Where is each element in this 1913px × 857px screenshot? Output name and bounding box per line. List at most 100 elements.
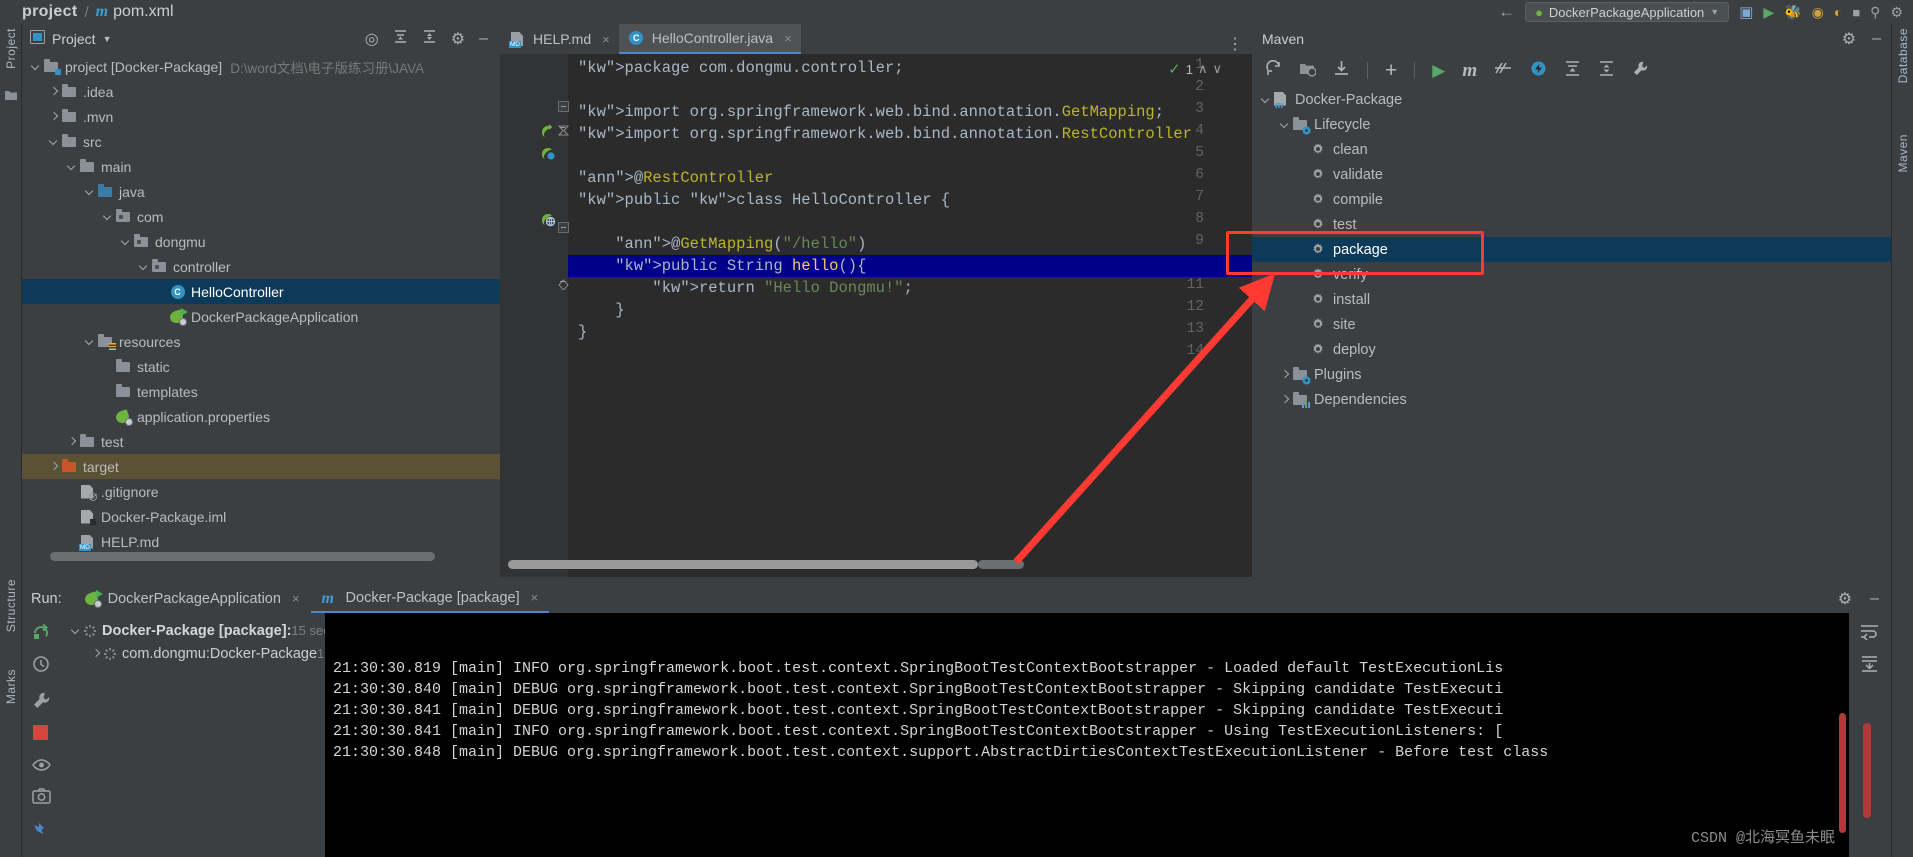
toggle-offline-icon[interactable]	[1530, 60, 1547, 82]
more-vertical-icon[interactable]: ⋮	[1227, 34, 1243, 54]
editor-horizontal-scrollbar[interactable]	[508, 560, 978, 569]
wrap-text-icon[interactable]	[1860, 623, 1879, 645]
expand-arrow-icon[interactable]	[48, 85, 61, 98]
maven-tree-row[interactable]: compile	[1252, 187, 1891, 212]
run-side-toolbar[interactable]	[22, 613, 60, 857]
camera-icon[interactable]	[32, 788, 51, 809]
sidebar-item-marks[interactable]: Marks	[4, 669, 18, 704]
collapse-arrow-icon[interactable]	[70, 624, 83, 637]
project-tree-row[interactable]: test	[22, 429, 500, 454]
collapse-arrow-icon[interactable]	[1260, 93, 1273, 106]
hide-icon[interactable]: –	[479, 30, 488, 48]
project-tree-row[interactable]: MD HELP.md	[22, 529, 500, 554]
code-editor[interactable]: 1234567891011121314 "kw">package com.don…	[500, 54, 1252, 577]
project-tree-row[interactable]: resources	[22, 329, 500, 354]
scroll-to-end-icon[interactable]	[1860, 655, 1879, 677]
breadcrumb-project[interactable]: project	[22, 3, 77, 21]
previous-highlight-icon[interactable]: ∧	[1198, 61, 1208, 77]
maven-tree-row[interactable]: install	[1252, 287, 1891, 312]
collapse-arrow-icon[interactable]	[102, 210, 115, 223]
code-line[interactable]	[568, 79, 1252, 101]
locate-icon[interactable]: ◎	[365, 29, 379, 49]
project-tree-row[interactable]: project [Docker-Package] D:\word文档\电子版练习册…	[22, 54, 500, 79]
project-tree-row[interactable]: application.properties	[22, 404, 500, 429]
maven-tree-row[interactable]: Lifecycle	[1252, 112, 1891, 137]
toggle-skip-tests-icon[interactable]	[1494, 60, 1513, 82]
expand-arrow-icon[interactable]	[1279, 393, 1292, 406]
wrench-icon[interactable]	[32, 691, 51, 715]
maven-tree-row[interactable]: clean	[1252, 137, 1891, 162]
collapse-arrow-icon[interactable]	[120, 235, 133, 248]
expand-arrow-icon[interactable]	[90, 647, 103, 660]
maven-tree-row[interactable]: test	[1252, 212, 1891, 237]
editor-horizontal-scrollbar-track[interactable]	[978, 560, 1024, 569]
spring-bean-icon[interactable]	[540, 123, 556, 139]
run-task-row[interactable]: com.dongmu:Docker-Package13 sec	[60, 642, 355, 665]
sidebar-item-maven[interactable]: Maven	[1896, 134, 1910, 173]
code-line[interactable]: }	[568, 299, 1252, 321]
expand-arrow-icon[interactable]	[48, 460, 61, 473]
code-line[interactable]: "ann">@RestController	[568, 167, 1252, 189]
code-line[interactable]	[568, 145, 1252, 167]
project-tree-row[interactable]: .idea	[22, 79, 500, 104]
search-icon[interactable]: ⚲	[1870, 4, 1880, 21]
console-scrollbar[interactable]	[1839, 713, 1846, 833]
breadcrumb-file[interactable]: pom.xml	[113, 3, 173, 21]
maven-tree-row[interactable]: package	[1252, 237, 1891, 262]
add-maven-projects-icon[interactable]	[1299, 60, 1317, 82]
spring-component-icon[interactable]	[540, 145, 556, 161]
inspection-widget[interactable]: ✓ 1 ∧ ∨	[1168, 60, 1222, 78]
eye-icon[interactable]	[32, 758, 51, 777]
project-tree-row[interactable]: com	[22, 204, 500, 229]
project-tree-row[interactable]: templates	[22, 379, 500, 404]
sidebar-item-structure[interactable]: Structure	[4, 579, 18, 632]
hide-icon[interactable]: –	[1872, 30, 1881, 48]
next-highlight-icon[interactable]: ∨	[1212, 61, 1222, 77]
add-icon[interactable]: +	[1385, 60, 1397, 81]
close-icon[interactable]: ×	[602, 32, 610, 47]
run-tab[interactable]: DockerPackageApplication ×	[73, 584, 311, 613]
project-tree-row[interactable]: java	[22, 179, 500, 204]
stop-icon[interactable]: ■	[1852, 5, 1860, 20]
code-line[interactable]: "kw">package com.dongmu.controller;	[568, 57, 1252, 79]
collapse-arrow-icon[interactable]	[48, 135, 61, 148]
collapse-arrow-icon[interactable]	[66, 160, 79, 173]
editor-tab[interactable]: MD HELP.md ×	[500, 24, 619, 54]
collapse-arrow-icon[interactable]	[1279, 118, 1292, 131]
close-icon[interactable]: ×	[784, 31, 792, 46]
collapse-all-icon[interactable]	[422, 29, 437, 49]
maven-project-tree[interactable]: m Docker-Package Lifecycle clean validate com…	[1252, 87, 1891, 577]
project-tree-row[interactable]: target	[22, 454, 500, 479]
code-text[interactable]: "kw">package com.dongmu.controller; "kw">…	[568, 54, 1252, 577]
download-sources-icon[interactable]	[1333, 60, 1350, 82]
expand-arrow-icon[interactable]	[1279, 368, 1292, 381]
project-tree-row[interactable]: .mvn	[22, 104, 500, 129]
profile-icon[interactable]: ◐	[1834, 4, 1842, 20]
maven-tree-row[interactable]: deploy	[1252, 337, 1891, 362]
project-tree-row[interactable]: DockerPackageApplication	[22, 304, 500, 329]
run-console-output[interactable]: 21:30:30.819 [main] INFO org.springframe…	[325, 613, 1849, 857]
reload-icon[interactable]	[1265, 59, 1282, 82]
pin-icon[interactable]	[32, 821, 51, 845]
run-task-tree[interactable]: Docker-Package [package]: 15 sec com.dongm…	[60, 613, 355, 857]
maven-toolbar[interactable]: + ▶ m	[1252, 54, 1891, 87]
maven-tree-row[interactable]: Plugins	[1252, 362, 1891, 387]
code-line[interactable]	[568, 343, 1252, 365]
project-horizontal-scrollbar[interactable]	[50, 552, 435, 561]
settings-wrench-icon[interactable]	[1632, 60, 1649, 82]
project-file-tree[interactable]: project [Docker-Package] D:\word文档\电子版练习册…	[22, 54, 500, 554]
expand-arrow-icon[interactable]	[66, 435, 79, 448]
expand-arrow-icon[interactable]	[48, 110, 61, 123]
run-configuration-selector[interactable]: ● DockerPackageApplication ▼	[1525, 2, 1730, 22]
close-icon[interactable]: ×	[531, 590, 539, 605]
stop-icon[interactable]	[33, 725, 48, 740]
settings-icon[interactable]: ⚙	[1842, 29, 1856, 49]
maven-tree-row[interactable]: m Docker-Package	[1252, 87, 1891, 112]
project-tree-row[interactable]: static	[22, 354, 500, 379]
project-tree-row[interactable]: src	[22, 129, 500, 154]
run-task-row[interactable]: Docker-Package [package]: 15 sec	[60, 619, 330, 642]
collapse-all-icon[interactable]	[1598, 60, 1615, 82]
settings-icon[interactable]: ⚙	[1838, 589, 1852, 609]
rerun-icon[interactable]	[31, 623, 51, 648]
maven-tree-row[interactable]: Dependencies	[1252, 387, 1891, 412]
